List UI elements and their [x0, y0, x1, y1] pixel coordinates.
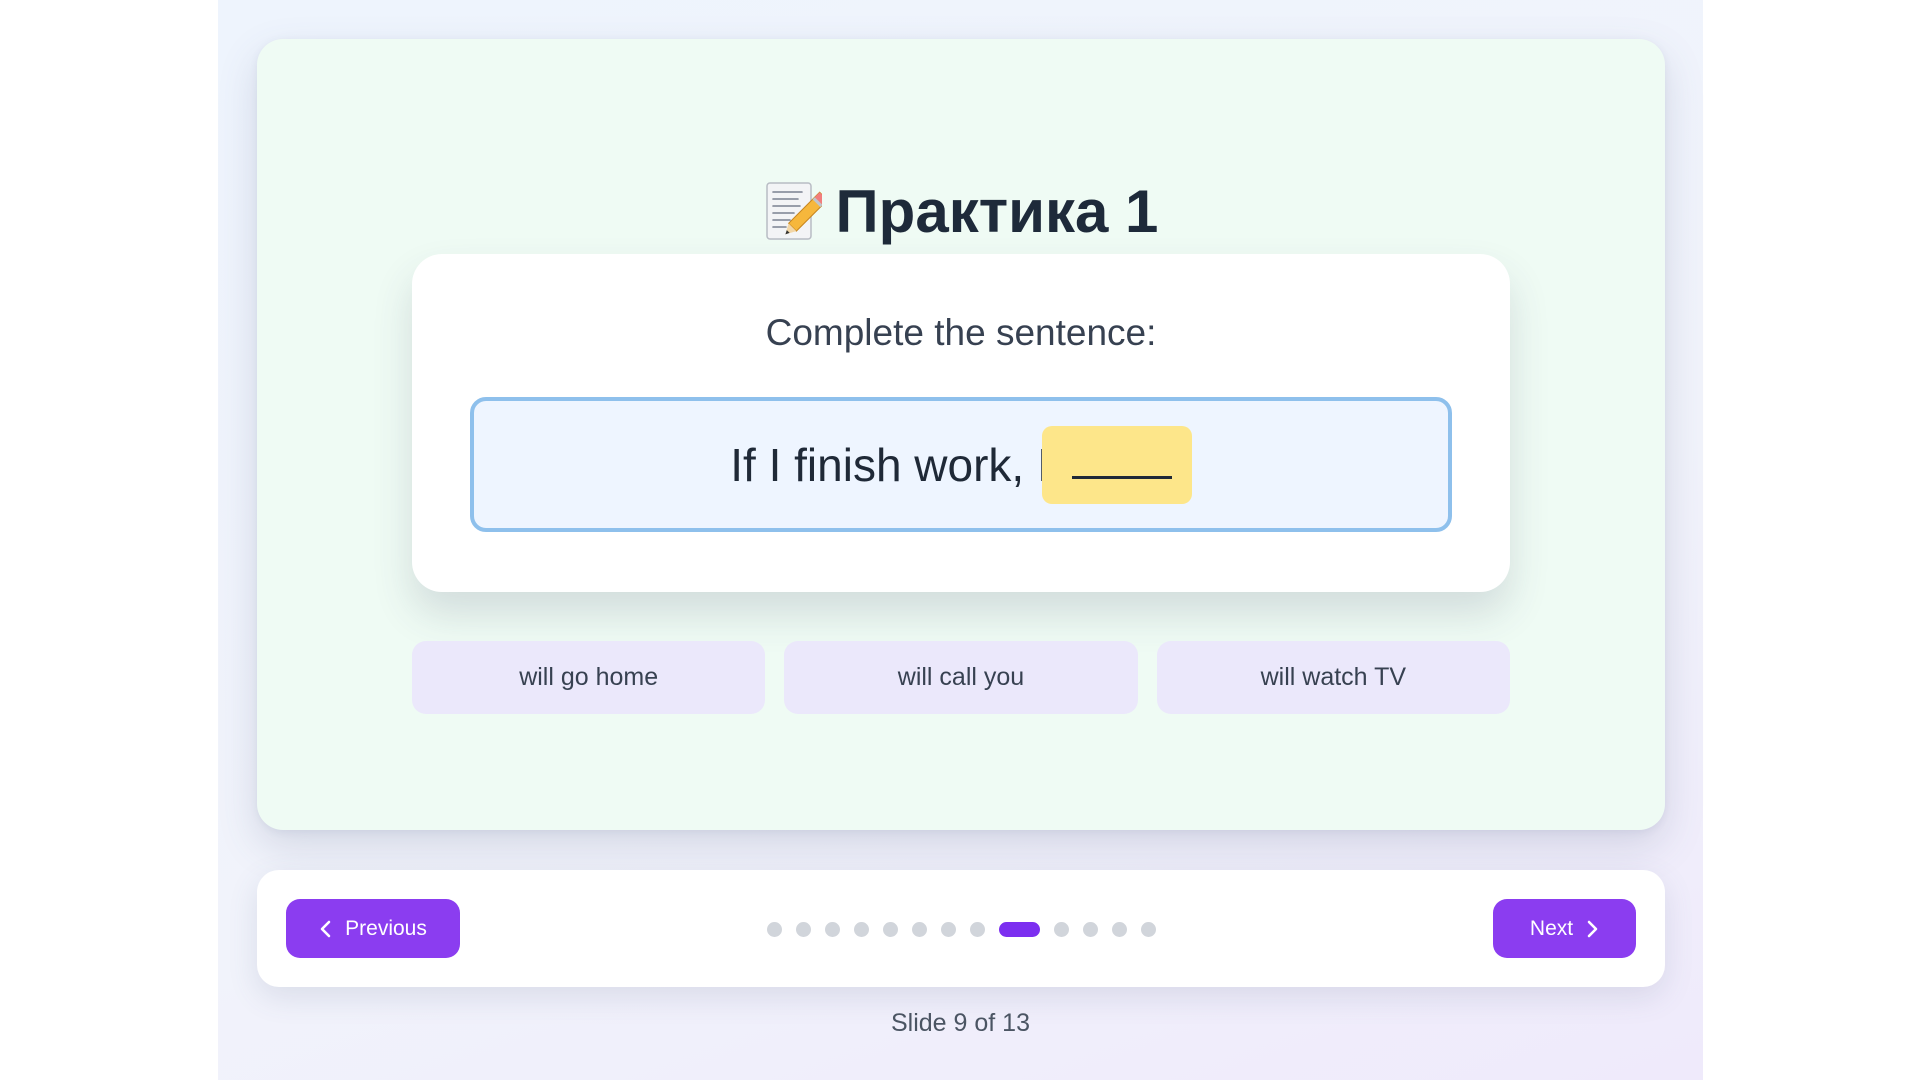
- slide-title-text: Практика 1: [835, 178, 1159, 245]
- slide-dot-12[interactable]: [1111, 921, 1127, 937]
- sentence-body: If I finish work, I: [730, 438, 1050, 491]
- next-button[interactable]: Next: [1493, 899, 1636, 958]
- next-label: Next: [1529, 916, 1574, 940]
- sentence-text: If I finish work, I: [730, 438, 1050, 492]
- answer-options: will go home will call you will watch TV: [412, 641, 1510, 714]
- chevron-right-icon: [1587, 920, 1598, 937]
- slide-dot-4[interactable]: [853, 921, 869, 937]
- slide-progress-dots: [257, 921, 1665, 937]
- slide-card: Практика 1 Complete the sentence: If I f…: [257, 39, 1665, 830]
- slide-dot-3[interactable]: [824, 921, 840, 937]
- slide-title: Практика 1: [257, 177, 1665, 246]
- slide-dot-8[interactable]: [969, 921, 985, 937]
- question-prompt: Complete the sentence:: [765, 312, 1157, 353]
- slide-dot-1[interactable]: [766, 921, 782, 937]
- slide-dot-13[interactable]: [1140, 921, 1156, 937]
- answer-blank[interactable]: [1041, 425, 1192, 504]
- option-will-go-home[interactable]: will go home: [412, 641, 766, 714]
- sentence-box: If I finish work, I: [470, 397, 1452, 532]
- question-card: Complete the sentence: If I finish work,…: [412, 254, 1510, 592]
- slide-dot-10[interactable]: [1053, 921, 1069, 937]
- memo-pencil-icon: [765, 181, 822, 240]
- option-will-call-you[interactable]: will call you: [784, 641, 1138, 714]
- slide-dot-6[interactable]: [911, 921, 927, 937]
- option-will-watch-tv[interactable]: will watch TV: [1156, 641, 1510, 714]
- slide-counter: Slide 9 of 13: [891, 1009, 1030, 1037]
- slide-dot-5[interactable]: [882, 921, 898, 937]
- slide-dot-7[interactable]: [940, 921, 956, 937]
- navigation-bar: Previous Next: [257, 870, 1665, 987]
- slide-dot-2[interactable]: [795, 921, 811, 937]
- slide-dot-9[interactable]: [998, 921, 1040, 937]
- slide-dot-11[interactable]: [1082, 921, 1098, 937]
